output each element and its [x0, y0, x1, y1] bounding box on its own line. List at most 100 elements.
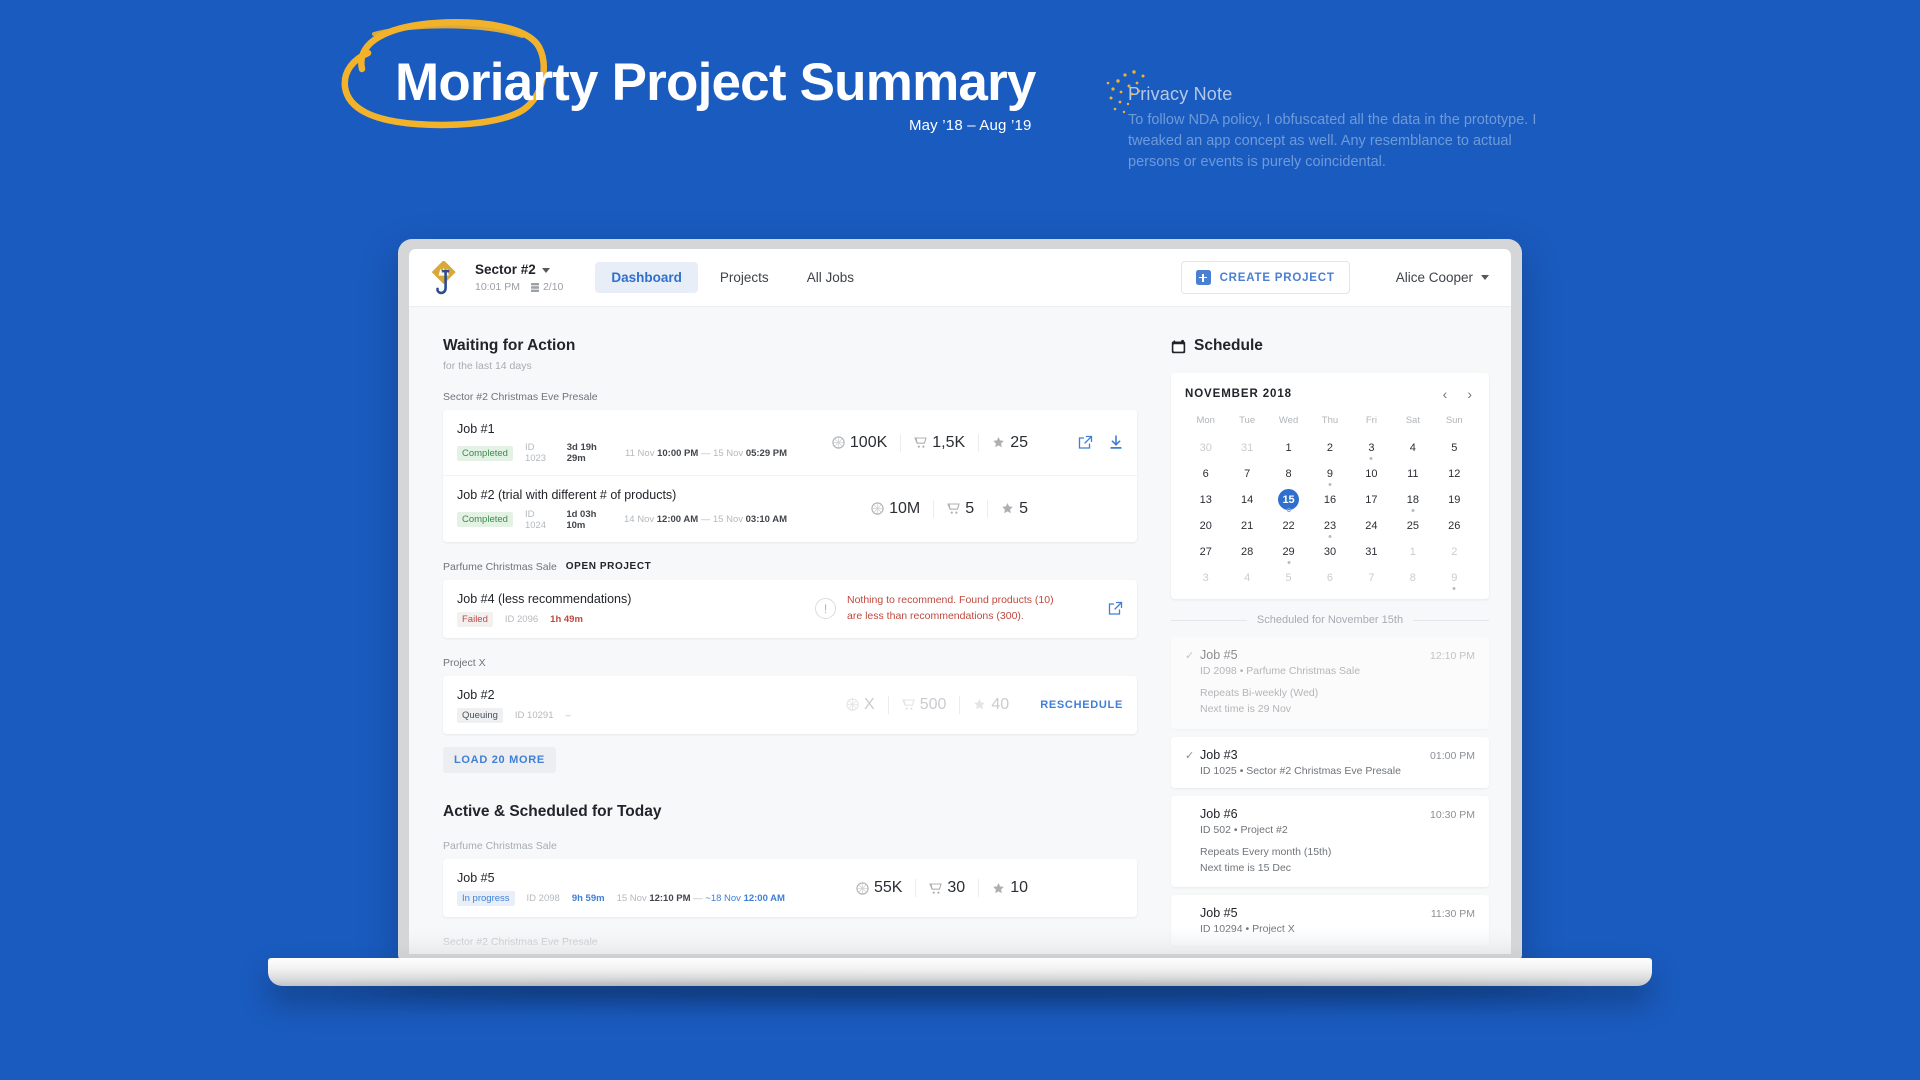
calendar-day[interactable]: 31: [1351, 540, 1392, 563]
calendar-day[interactable]: 26: [1434, 514, 1475, 537]
create-project-button[interactable]: CREATE PROJECT: [1180, 261, 1350, 294]
calendar-day[interactable]: 30: [1309, 540, 1350, 563]
job-start-time: 10:00 PM: [657, 447, 699, 459]
calendar-day[interactable]: 16: [1309, 488, 1350, 511]
calendar-day[interactable]: 20: [1185, 514, 1226, 537]
calendar-day[interactable]: 15: [1268, 488, 1309, 512]
table-row[interactable]: Job #1 Completed ID 1023 3d 19h 29m 11 N…: [443, 410, 1137, 475]
title-rest: Project Summary: [597, 53, 1037, 112]
open-external-icon[interactable]: [1108, 601, 1123, 616]
calendar-day[interactable]: 17: [1351, 488, 1392, 511]
org-servers-label: 2/10: [542, 281, 564, 294]
open-project-button[interactable]: OPEN PROJECT: [566, 561, 652, 572]
calendar-day[interactable]: 13: [1185, 488, 1226, 511]
calendar-day[interactable]: 4: [1226, 566, 1267, 589]
org-switcher[interactable]: Sector #2 10:01 PM 2/10: [475, 262, 563, 293]
calendar-day[interactable]: 25: [1392, 514, 1433, 537]
schedule-event-card[interactable]: Job #6 10:30 PM ID 502 • Project #2 Repeats…: [1171, 795, 1489, 888]
laptop-screen: Sector #2 10:01 PM 2/10 Dashboard Projec…: [409, 249, 1511, 954]
calendar-day[interactable]: 8: [1392, 566, 1433, 589]
calendar-day[interactable]: 2: [1309, 436, 1350, 459]
user-menu[interactable]: Alice Cooper: [1396, 270, 1489, 285]
calendar-day[interactable]: 5: [1268, 566, 1309, 589]
calendar-day-number: 30: [1199, 441, 1212, 454]
calendar-day[interactable]: 14: [1226, 488, 1267, 511]
table-row[interactable]: Job #2 Queuing ID 10291 – X 500 40 RESCH…: [443, 676, 1137, 734]
job-card: Job #4 (less recommendations) Failed ID …: [443, 579, 1137, 638]
product-icon: [856, 881, 869, 895]
calendar-day[interactable]: 9: [1434, 566, 1475, 590]
calendar-day[interactable]: 7: [1226, 462, 1267, 485]
calendar-day-number: 26: [1448, 519, 1461, 532]
tab-dashboard[interactable]: Dashboard: [595, 262, 698, 293]
calendar-day[interactable]: 23: [1309, 514, 1350, 538]
job-id: ID 1024: [524, 508, 547, 531]
check-icon: ✓: [1185, 749, 1195, 762]
calendar-day[interactable]: 9: [1309, 462, 1350, 486]
job-duration: 3d 19h 29m: [566, 442, 597, 465]
load-more-button[interactable]: LOAD 20 MORE: [443, 747, 556, 773]
chevron-down-icon: [541, 267, 550, 273]
calendar-day[interactable]: 27: [1185, 540, 1226, 563]
calendar-event-dot: [1328, 535, 1332, 538]
calendar-day[interactable]: 1: [1268, 436, 1309, 459]
calendar-day[interactable]: 18: [1392, 488, 1433, 512]
calendar-day[interactable]: 4: [1392, 436, 1433, 459]
check-icon: ✓: [1185, 650, 1195, 662]
calendar-day[interactable]: 22: [1268, 514, 1309, 537]
calendar-day[interactable]: 11: [1392, 462, 1433, 485]
org-servers: 2/10: [530, 281, 564, 294]
schedule-event-title: Job #6: [1200, 806, 1238, 821]
tab-all-jobs[interactable]: All Jobs: [791, 262, 870, 293]
calendar-day[interactable]: 5: [1434, 436, 1475, 459]
calendar-event-dot: [1328, 483, 1332, 486]
tab-projects[interactable]: Projects: [704, 262, 785, 293]
calendar-grid: Mon Tue Wed Thu Fri Sat Sun 30 31 1 2 3 4 5 6 7 8 9 10 11 12…: [1185, 415, 1475, 590]
job-stats: 55K 30 10: [843, 879, 1041, 898]
calendar-event-dot: [1452, 587, 1456, 590]
calendar-next-icon[interactable]: ›: [1464, 387, 1475, 401]
schedule-event-card[interactable]: ✓ Job #5 12:10 PM ID 2098 • Parfume Christm…: [1171, 637, 1489, 729]
calendar-day-number: 29: [1282, 545, 1295, 558]
reschedule-button[interactable]: RESCHEDULE: [1040, 699, 1123, 711]
calendar-day[interactable]: 3: [1351, 436, 1392, 460]
job-name: Job #4 (less recommendations): [457, 591, 632, 606]
stat-rating: 40: [959, 695, 1022, 714]
calendar-day[interactable]: 8: [1268, 462, 1309, 485]
calendar-day[interactable]: 10: [1351, 462, 1392, 485]
calendar-day[interactable]: 29: [1268, 540, 1309, 564]
table-row[interactable]: Job #5 In progress ID 2098 9h 59m 15 Nov…: [443, 859, 1137, 917]
calendar-dow-fri: Fri: [1365, 415, 1377, 426]
calendar-day[interactable]: 2: [1434, 540, 1475, 563]
schedule-event-card[interactable]: ✓ Job #3 01:00 PM ID 1025 • Sector #2 Chris…: [1171, 736, 1489, 788]
calendar-day[interactable]: 6: [1185, 462, 1226, 485]
calendar-event-dot: [1369, 457, 1373, 460]
job-meta: In progress ID 2098 9h 59m 15 Nov 12:10 …: [457, 891, 787, 907]
job-id: ID 1023: [524, 442, 547, 465]
stat-products: 10M: [858, 500, 933, 518]
calendar-prev-icon[interactable]: ‹: [1440, 387, 1451, 401]
schedule-event-card[interactable]: Job #5 11:30 PM ID 10294 • Project X: [1171, 895, 1489, 947]
table-row[interactable]: Job #2 (trial with different # of produc…: [443, 475, 1137, 541]
calendar-day[interactable]: 3: [1185, 566, 1226, 589]
calendar-day[interactable]: 7: [1351, 566, 1392, 589]
calendar-day[interactable]: 19: [1434, 488, 1475, 511]
org-name[interactable]: Sector #2: [475, 262, 563, 278]
job-info: Job #2 (trial with different # of produc…: [457, 487, 787, 531]
calendar-day[interactable]: 12: [1434, 462, 1475, 485]
job-info: Job #4 (less recommendations) Failed ID …: [457, 591, 787, 627]
calendar-day[interactable]: 6: [1309, 566, 1350, 589]
calendar-day[interactable]: 31: [1226, 436, 1267, 459]
calendar-day[interactable]: 28: [1226, 540, 1267, 563]
org-meta: 10:01 PM 2/10: [475, 281, 563, 293]
calendar-day[interactable]: 30: [1185, 436, 1226, 459]
open-external-icon[interactable]: [1078, 435, 1093, 450]
calendar-day[interactable]: 21: [1226, 514, 1267, 537]
calendar-day[interactable]: 1: [1392, 540, 1433, 563]
calendar-dow-thu: Thu: [1321, 415, 1339, 426]
stat-cart: 1,5K: [900, 433, 978, 452]
table-row[interactable]: Job #4 (less recommendations) Failed ID …: [443, 580, 1137, 638]
download-icon[interactable]: [1109, 435, 1123, 450]
job-timerange: 11 Nov 10:00 PM — 15 Nov 05:29 PM: [625, 447, 787, 459]
calendar-day[interactable]: 24: [1351, 514, 1392, 537]
